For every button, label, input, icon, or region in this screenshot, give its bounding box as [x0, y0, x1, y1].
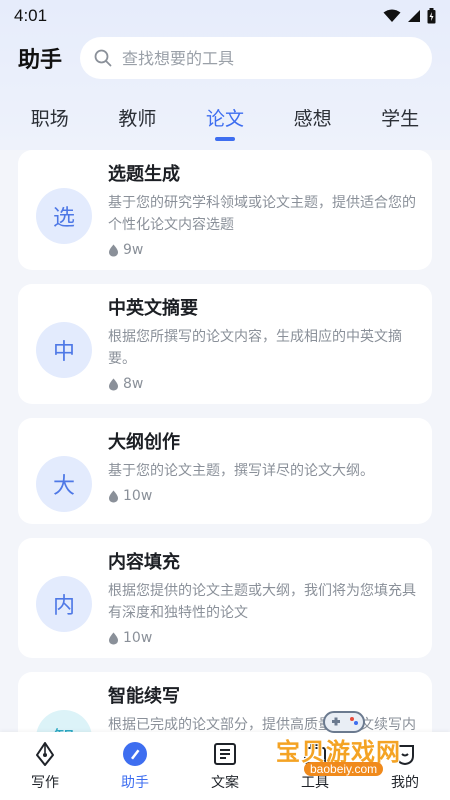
usage-count-value: 10w: [123, 488, 153, 504]
nav-tools[interactable]: 工具: [275, 740, 355, 792]
flame-icon: [109, 244, 118, 256]
search-input[interactable]: [122, 48, 418, 68]
tool-description: 基于您的论文主题，撰写详尽的论文大纲。: [108, 463, 374, 479]
nav-label: 助手: [121, 775, 149, 791]
tab-reflection[interactable]: 感想: [273, 98, 353, 131]
usage-count: 9w: [108, 242, 416, 258]
toolbox-icon: [301, 740, 329, 768]
signal-icon: [408, 10, 420, 22]
flame-icon: [109, 632, 118, 644]
tool-description: 根据已完成的论文部分，提供高质量的论文续写内容。: [108, 717, 416, 732]
tool-name: 选题生成: [108, 164, 180, 185]
tool-avatar: 内: [36, 576, 92, 632]
profile-icon: [391, 740, 419, 768]
tool-avatar: 选: [36, 188, 92, 244]
nav-label: 文案: [211, 775, 239, 791]
tool-card-continue[interactable]: 智 智能续写 根据已完成的论文部分，提供高质量的论文续写内容。 11w: [18, 672, 432, 732]
tool-avatar: 智: [36, 710, 92, 732]
nav-copywriting[interactable]: 文案: [185, 740, 265, 792]
document-icon: [211, 740, 239, 768]
nav-label: 写作: [31, 775, 59, 791]
tab-teacher[interactable]: 教师: [97, 98, 177, 131]
usage-count: 10w: [108, 630, 416, 646]
usage-count-value: 8w: [123, 376, 144, 392]
tool-avatar: 中: [36, 322, 92, 378]
flame-icon: [109, 378, 118, 390]
tool-description: 根据您提供的论文主题或大纲，我们将为您填充具有深度和独特性的论文: [108, 583, 416, 621]
tool-name: 智能续写: [108, 686, 180, 707]
tool-card-abstract[interactable]: 中 中英文摘要 根据您所撰写的论文内容，生成相应的中英文摘要。 8w: [18, 284, 432, 404]
usage-count: 8w: [108, 376, 416, 392]
nav-assistant[interactable]: 助手: [95, 740, 175, 792]
tab-student[interactable]: 学生: [360, 98, 440, 131]
header: 助手: [0, 36, 450, 80]
battery-icon: [427, 8, 436, 24]
search-bar[interactable]: [80, 37, 432, 79]
tool-card-outline[interactable]: 大 大纲创作 基于您的论文主题，撰写详尽的论文大纲。 10w: [18, 418, 432, 524]
tool-card-fill[interactable]: 内 内容填充 根据您提供的论文主题或大纲，我们将为您填充具有深度和独特性的论文 …: [18, 538, 432, 658]
nav-profile[interactable]: 我的: [365, 740, 445, 792]
status-icons: [383, 8, 436, 24]
tool-avatar: 大: [36, 456, 92, 512]
tool-card-topic[interactable]: 选 选题生成 基于您的研究学科领域或论文主题，提供适合您的个性化论文内容选题 9…: [18, 150, 432, 270]
nav-writing[interactable]: 写作: [5, 740, 85, 792]
tab-thesis[interactable]: 论文: [185, 98, 265, 141]
category-tabs: 职场 教师 论文 感想 学生: [0, 98, 450, 146]
tool-name: 大纲创作: [108, 432, 180, 453]
page-title: 助手: [18, 48, 63, 73]
tool-list: 选 选题生成 基于您的研究学科领域或论文主题，提供适合您的个性化论文内容选题 9…: [18, 150, 432, 732]
tool-description: 基于您的研究学科领域或论文主题，提供适合您的个性化论文内容选题: [108, 195, 416, 233]
tool-name: 中英文摘要: [108, 298, 198, 319]
bottom-nav: 写作 助手 文案 工具 我的: [0, 732, 450, 800]
nav-label: 工具: [301, 775, 329, 791]
usage-count-value: 10w: [123, 630, 153, 646]
nav-label: 我的: [391, 775, 419, 791]
status-bar: 4:01: [0, 0, 450, 32]
tool-description: 根据您所撰写的论文内容，生成相应的中英文摘要。: [108, 329, 402, 367]
tool-name: 内容填充: [108, 552, 180, 573]
wifi-icon: [383, 9, 401, 22]
usage-count-value: 9w: [123, 242, 144, 258]
search-icon: [94, 49, 112, 67]
status-time: 4:01: [14, 6, 48, 25]
flame-icon: [109, 490, 118, 502]
tab-workplace[interactable]: 职场: [10, 98, 90, 131]
assistant-icon: [121, 740, 149, 768]
pen-nib-icon: [31, 740, 59, 768]
usage-count: 10w: [108, 488, 416, 504]
